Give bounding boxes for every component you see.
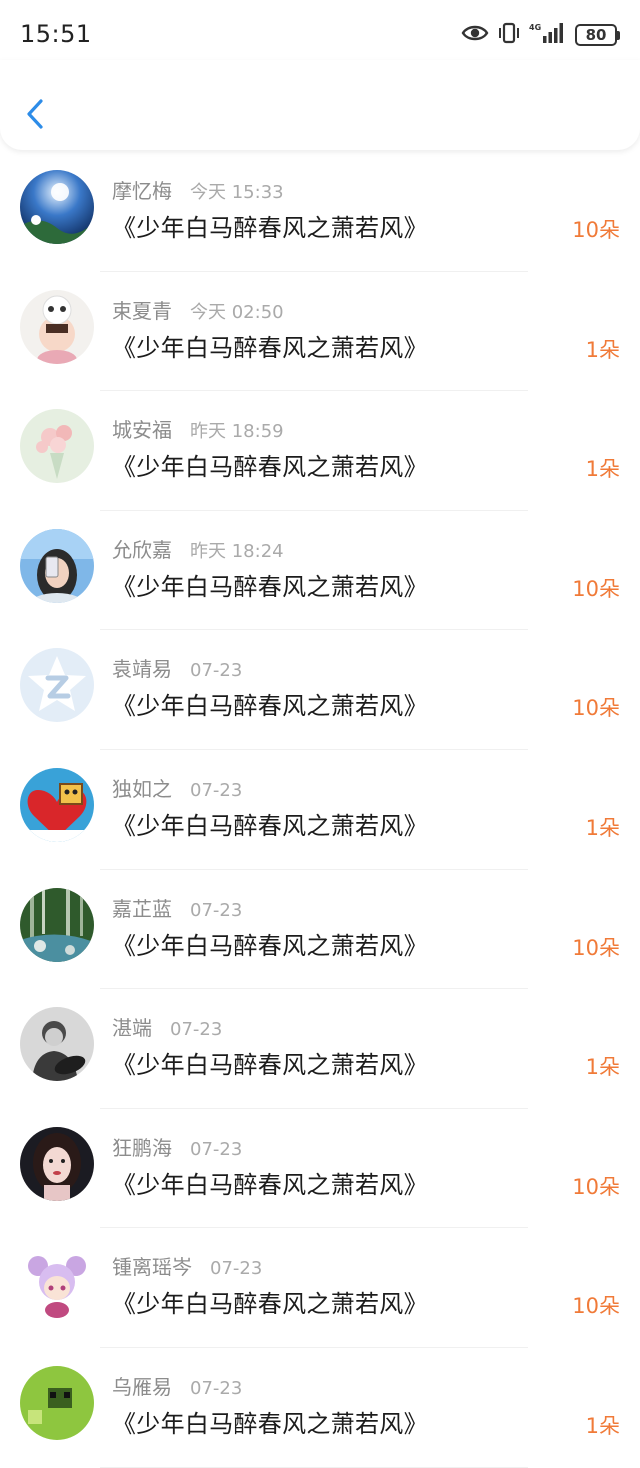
avatar[interactable] <box>20 170 94 244</box>
item-time: 07-23 <box>190 1377 243 1399</box>
gift-count: 10朵 <box>572 696 620 721</box>
user-name[interactable]: 锺离瑶岑 <box>112 1251 192 1280</box>
item-time: 07-23 <box>170 1019 223 1041</box>
signal-icon: 4G <box>529 21 567 49</box>
battery-level: 80 <box>575 24 617 46</box>
book-title[interactable]: 《少年白马醉春风之萧若风》 <box>112 328 428 363</box>
avatar[interactable] <box>20 1126 94 1201</box>
book-title[interactable]: 《少年白马醉春风之萧若风》 <box>112 1165 428 1200</box>
avatar[interactable] <box>20 289 94 364</box>
list-item[interactable]: 城安福 昨天 18:59 《少年白马醉春风之萧若风》 1朵 <box>0 391 640 511</box>
list-item[interactable]: 湛端 07-23 《少年白马醉春风之萧若风》 1朵 <box>0 989 640 1109</box>
gift-count: 1朵 <box>585 1055 620 1080</box>
book-title[interactable]: 《少年白马醉春风之萧若风》 <box>112 1284 428 1319</box>
status-time: 15:51 <box>20 20 92 48</box>
gift-count: 10朵 <box>572 1174 620 1199</box>
gift-count: 10朵 <box>572 935 620 960</box>
back-button[interactable] <box>18 94 52 134</box>
gift-count: 1朵 <box>585 1413 620 1438</box>
user-name[interactable]: 允欣嘉 <box>112 534 172 563</box>
item-time: 今天 15:33 <box>190 182 284 203</box>
battery-cap <box>617 30 620 40</box>
book-title[interactable]: 《少年白马醉春风之萧若风》 <box>112 926 428 961</box>
list-item[interactable]: 袁靖易 07-23 《少年白马醉春风之萧若风》 10朵 <box>0 630 640 750</box>
vibrate-icon <box>497 21 521 49</box>
item-time: 07-23 <box>210 1258 263 1280</box>
user-name[interactable]: 乌雁易 <box>112 1371 172 1400</box>
item-time: 昨天 18:59 <box>190 421 284 443</box>
list-item[interactable]: 狂鹏海 07-23 《少年白马醉春风之萧若风》 10朵 <box>0 1109 640 1229</box>
item-meta: 袁靖易 07-23 <box>112 653 242 682</box>
chevron-left-icon <box>27 99 43 129</box>
list-item[interactable]: 锺离瑶岑 07-23 《少年白马醉春风之萧若风》 10朵 <box>0 1228 640 1348</box>
list-item[interactable]: 允欣嘉 昨天 18:24 《少年白马醉春风之萧若风》 10朵 <box>0 511 640 631</box>
avatar[interactable] <box>20 887 94 962</box>
user-name[interactable]: 湛端 <box>112 1012 152 1041</box>
gift-count: 1朵 <box>585 815 620 840</box>
item-time: 07-23 <box>190 899 243 921</box>
user-name[interactable]: 袁靖易 <box>112 653 172 682</box>
avatar[interactable] <box>20 1246 94 1321</box>
user-name[interactable]: 束夏青 <box>112 295 172 324</box>
item-time: 昨天 18:24 <box>190 540 284 562</box>
user-name[interactable]: 狂鹏海 <box>112 1132 172 1161</box>
user-name[interactable]: 嘉芷蓝 <box>112 893 172 922</box>
item-meta: 城安福 昨天 18:59 <box>112 414 284 443</box>
item-meta: 狂鹏海 07-23 <box>112 1132 242 1161</box>
item-meta: 束夏青 今天 02:50 <box>112 295 284 324</box>
list-item[interactable]: 束夏青 今天 02:50 《少年白马醉春风之萧若风》 1朵 <box>0 272 640 392</box>
battery-indicator: 80 <box>575 24 620 46</box>
item-time: 今天 02:50 <box>190 301 284 323</box>
avatar[interactable] <box>20 648 94 723</box>
user-name[interactable]: 城安福 <box>112 414 172 443</box>
avatar[interactable] <box>20 1365 94 1440</box>
item-meta: 允欣嘉 昨天 18:24 <box>112 534 284 563</box>
item-meta: 湛端 07-23 <box>112 1012 222 1041</box>
book-title[interactable]: 《少年白马醉春风之萧若风》 <box>112 686 428 721</box>
book-title[interactable]: 《少年白马醉春风之萧若风》 <box>112 1045 428 1080</box>
network-type-label: 4G <box>529 23 541 32</box>
book-title[interactable]: 《少年白马醉春风之萧若风》 <box>112 447 428 482</box>
avatar[interactable] <box>20 1007 94 1082</box>
book-title[interactable]: 《少年白马醉春风之萧若风》 <box>112 208 428 243</box>
list-item[interactable]: 乌雁易 07-23 《少年白马醉春风之萧若风》 1朵 <box>0 1348 640 1468</box>
avatar[interactable] <box>20 767 94 842</box>
item-meta: 锺离瑶岑 07-23 <box>112 1251 262 1280</box>
user-name[interactable]: 独如之 <box>112 773 172 802</box>
eye-icon <box>461 23 489 47</box>
gift-count: 10朵 <box>572 576 620 601</box>
item-time: 07-23 <box>190 1138 243 1160</box>
item-meta: 乌雁易 07-23 <box>112 1371 242 1400</box>
gift-record-list: 摩忆梅 今天 15:33 《少年白马醉春风之萧若风》 10朵 束夏青 今天 02… <box>0 152 640 1468</box>
gift-count: 10朵 <box>572 218 620 242</box>
divider <box>100 1466 528 1468</box>
item-meta: 嘉芷蓝 07-23 <box>112 893 242 922</box>
gift-count: 1朵 <box>585 457 620 482</box>
book-title[interactable]: 《少年白马醉春风之萧若风》 <box>112 806 428 841</box>
item-time: 07-23 <box>190 779 243 801</box>
avatar[interactable] <box>20 409 94 484</box>
list-item[interactable]: 摩忆梅 今天 15:33 《少年白马醉春风之萧若风》 10朵 <box>0 152 640 272</box>
item-meta: 独如之 07-23 <box>112 773 242 802</box>
nav-bar <box>0 60 640 150</box>
item-time: 07-23 <box>190 660 243 682</box>
gift-count: 10朵 <box>572 1294 620 1319</box>
gift-count: 1朵 <box>585 337 620 362</box>
status-icons: 4G 80 <box>461 21 620 49</box>
list-item[interactable]: 嘉芷蓝 07-23 《少年白马醉春风之萧若风》 10朵 <box>0 870 640 990</box>
book-title[interactable]: 《少年白马醉春风之萧若风》 <box>112 1404 428 1439</box>
user-name[interactable]: 摩忆梅 <box>112 175 172 204</box>
list-item[interactable]: 独如之 07-23 《少年白马醉春风之萧若风》 1朵 <box>0 750 640 870</box>
book-title[interactable]: 《少年白马醉春风之萧若风》 <box>112 567 428 602</box>
item-meta: 摩忆梅 今天 15:33 <box>112 175 284 204</box>
avatar[interactable] <box>20 528 94 603</box>
